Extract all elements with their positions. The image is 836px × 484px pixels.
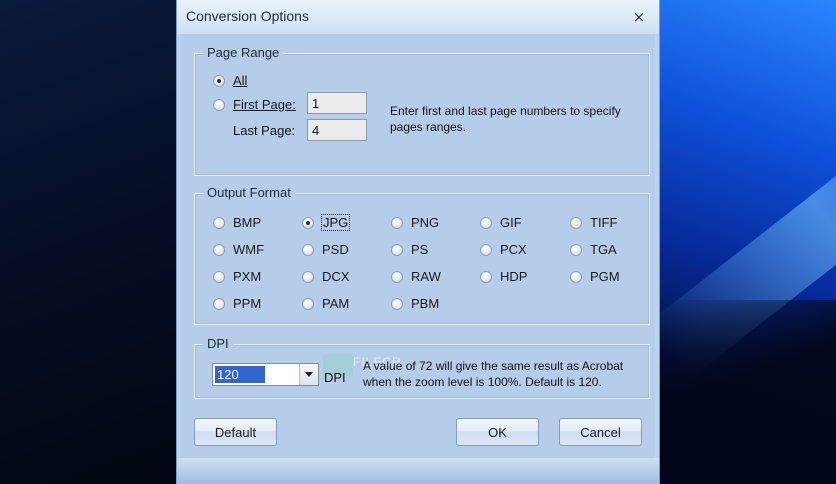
chevron-down-icon — [305, 372, 313, 377]
conversion-options-dialog: Conversion Options × Page Range All Firs… — [176, 0, 660, 484]
radio-dot — [570, 243, 582, 256]
radio-format-pgm[interactable]: PGM — [570, 269, 620, 284]
radio-dot — [213, 74, 225, 87]
default-button[interactable]: Default — [194, 418, 277, 446]
format-label: PBM — [411, 296, 440, 311]
radio-format-raw[interactable]: RAW — [391, 269, 441, 284]
last-page-label: Last Page: — [233, 123, 296, 138]
radio-format-pcx[interactable]: PCX — [480, 242, 527, 257]
format-label: PPM — [233, 296, 262, 311]
radio-dot — [570, 216, 582, 229]
radio-dot — [480, 216, 492, 229]
radio-dot — [213, 297, 225, 310]
radio-dot — [302, 216, 314, 229]
cancel-button[interactable]: Cancel — [559, 418, 642, 446]
dpi-dropdown-button[interactable] — [299, 364, 318, 385]
radio-dot — [213, 243, 225, 256]
format-label: TIFF — [590, 215, 618, 230]
desktop-background-right — [660, 0, 836, 484]
desktop-shade — [660, 300, 836, 484]
format-label: DCX — [322, 269, 350, 284]
radio-format-hdp[interactable]: HDP — [480, 269, 527, 284]
radio-format-tga[interactable]: TGA — [570, 242, 617, 257]
radio-format-png[interactable]: PNG — [391, 215, 439, 230]
radio-dot — [570, 270, 582, 283]
format-label: GIF — [500, 215, 522, 230]
last-page-input[interactable] — [307, 119, 367, 141]
format-label: PS — [411, 242, 429, 257]
dialog-client-area: Page Range All First Page: Last Page: En… — [181, 34, 655, 458]
dpi-combobox-value: 120 — [215, 366, 265, 383]
radio-dot — [213, 216, 225, 229]
radio-label-first-page: First Page: — [233, 97, 296, 112]
title-bar[interactable]: Conversion Options × — [177, 0, 659, 34]
radio-dot — [391, 243, 403, 256]
radio-dot — [480, 270, 492, 283]
radio-format-pam[interactable]: PAM — [302, 296, 349, 311]
format-label: PNG — [411, 215, 440, 230]
radio-format-tiff[interactable]: TIFF — [570, 215, 617, 230]
dialog-bottom-strip — [177, 458, 659, 484]
radio-dot — [213, 98, 225, 111]
dpi-legend: DPI — [203, 336, 233, 351]
format-label: WMF — [233, 242, 265, 257]
ok-button[interactable]: OK — [456, 418, 539, 446]
dialog-title: Conversion Options — [186, 8, 309, 24]
radio-dot — [302, 243, 314, 256]
desktop-background-left — [0, 0, 176, 484]
format-label: PCX — [500, 242, 527, 257]
format-label: PSD — [322, 242, 349, 257]
radio-page-range-first-page[interactable]: First Page: — [213, 97, 296, 112]
radio-dot — [391, 297, 403, 310]
dpi-combobox[interactable]: 120 — [212, 363, 319, 386]
format-label: BMP — [233, 215, 262, 230]
radio-dot — [213, 270, 225, 283]
radio-format-ps[interactable]: PS — [391, 242, 428, 257]
format-label: PGM — [590, 269, 620, 284]
radio-format-pbm[interactable]: PBM — [391, 296, 439, 311]
radio-dot — [302, 270, 314, 283]
close-icon[interactable]: × — [631, 9, 647, 25]
radio-dot — [302, 297, 314, 310]
format-label: PXM — [233, 269, 262, 284]
radio-dot — [391, 216, 403, 229]
radio-page-range-all[interactable]: All — [213, 73, 247, 88]
format-label: JPG — [320, 214, 351, 231]
radio-format-psd[interactable]: PSD — [302, 242, 349, 257]
radio-format-dcx[interactable]: DCX — [302, 269, 349, 284]
output-format-legend: Output Format — [203, 185, 295, 200]
dpi-hint: A value of 72 will give the same result … — [363, 359, 624, 389]
radio-label-all: All — [233, 73, 248, 88]
first-page-input[interactable] — [307, 92, 367, 114]
radio-format-pxm[interactable]: PXM — [213, 269, 261, 284]
format-label: TGA — [590, 242, 617, 257]
radio-format-gif[interactable]: GIF — [480, 215, 522, 230]
format-label: RAW — [411, 269, 441, 284]
radio-format-wmf[interactable]: WMF — [213, 242, 264, 257]
format-label: HDP — [500, 269, 528, 284]
radio-dot — [480, 243, 492, 256]
page-range-hint: Enter first and last page numbers to spe… — [390, 104, 621, 134]
page-range-legend: Page Range — [203, 45, 284, 60]
radio-format-ppm[interactable]: PPM — [213, 296, 261, 311]
radio-dot — [391, 270, 403, 283]
radio-format-jpg[interactable]: JPG — [302, 214, 351, 231]
format-label: PAM — [322, 296, 350, 311]
dpi-unit-label: DPI — [324, 370, 346, 385]
radio-format-bmp[interactable]: BMP — [213, 215, 261, 230]
